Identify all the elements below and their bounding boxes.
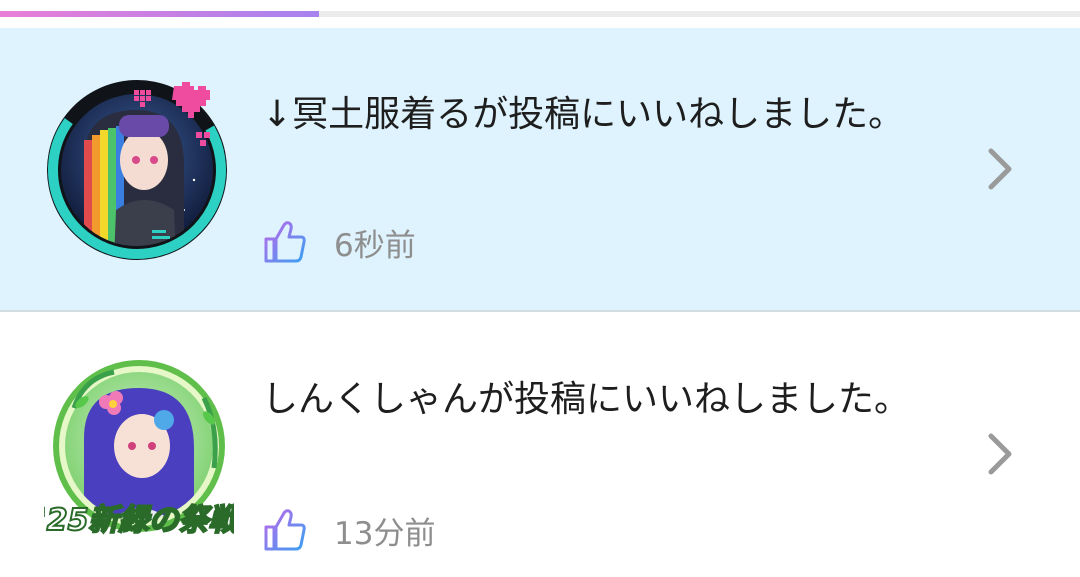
notification-meta: 13分前 [262, 505, 435, 555]
notification-meta: 6秒前 [262, 217, 416, 267]
notification-message: しんくしゃんが投稿にいいねしました。 [262, 379, 911, 420]
thumbs-up-icon [264, 509, 306, 551]
progress-bar-fill [0, 11, 319, 17]
notification-item[interactable]: '25新緑の祭戦 しんくしゃんが投稿にいいねしました。 13分前 [0, 314, 1080, 577]
thumbs-up-icon [264, 221, 306, 263]
avatar[interactable] [44, 70, 234, 260]
notification-item[interactable]: ↓冥土服着るが投稿にいいねしました。 6秒前 [0, 28, 1080, 312]
notification-time: 13分前 [334, 515, 436, 552]
svg-text:'25新緑の祭戦: '25新緑の祭戦 [44, 503, 234, 538]
progress-bar [0, 11, 1080, 17]
notification-message: ↓冥土服着るが投稿にいいねしました。 [262, 94, 905, 135]
avatar[interactable]: '25新緑の祭戦 [44, 358, 234, 548]
chevron-right-icon[interactable] [982, 145, 1018, 193]
chevron-right-icon[interactable] [982, 430, 1018, 478]
notification-time: 6秒前 [334, 227, 416, 264]
